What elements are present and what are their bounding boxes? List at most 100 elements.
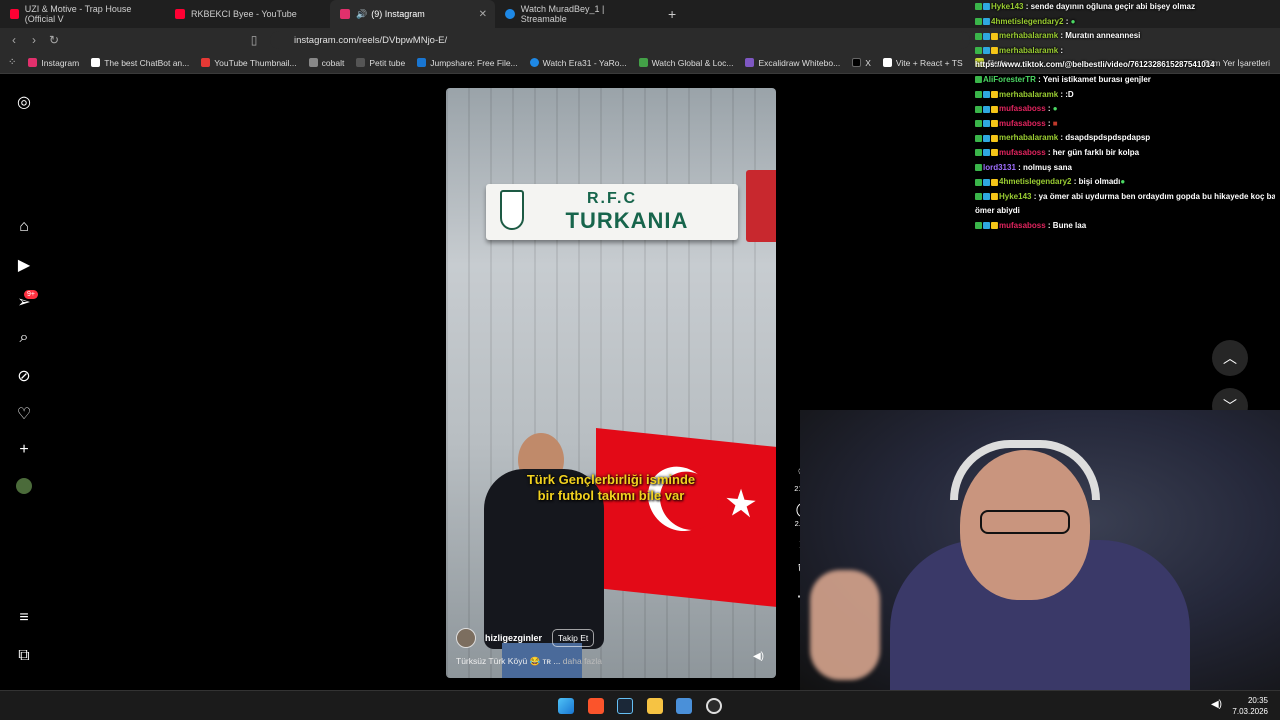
red-sign <box>746 170 776 242</box>
bookmark-item[interactable]: Watch Era31 - YaRo... <box>529 58 627 68</box>
instagram-icon <box>340 9 350 19</box>
url-field[interactable]: instagram.com/reels/DVbpwMNjo-E/ <box>270 31 970 49</box>
webcam-overlay <box>800 410 1280 700</box>
photos-icon[interactable] <box>676 698 692 714</box>
prev-reel-button[interactable]: ︿ <box>1212 340 1248 376</box>
heart-icon[interactable]: ♡ <box>14 404 34 424</box>
bookmark-item[interactable]: Instagram <box>28 58 79 68</box>
apps-icon[interactable]: ⁘ <box>8 57 16 68</box>
profile-avatar[interactable] <box>16 478 32 494</box>
speaker-icon: 🔊 <box>356 8 368 19</box>
instagram-icon <box>28 58 38 67</box>
chat-text: Muratın anneannesi <box>1065 31 1141 41</box>
bookmark-item[interactable]: Petit tube <box>356 58 405 68</box>
badge-icon <box>991 149 998 157</box>
bookmark-item[interactable]: YouTube Thumbnail... <box>201 58 297 68</box>
reel-video[interactable]: R.F.C TURKANIA ★ Türk Gençlerbirliği ism… <box>446 88 776 678</box>
badge-icon <box>991 120 998 128</box>
chat-user: mufasaboss <box>999 118 1046 128</box>
reload-icon[interactable]: ↻ <box>44 33 64 47</box>
badge-icon <box>983 47 990 55</box>
bookmark-item[interactable]: X <box>852 58 871 68</box>
chat-text[interactable]: https://www.tiktok.com/@belbestli/video/… <box>975 60 1215 69</box>
tab-label: Watch MuradBey_1 | Streamable <box>520 4 605 24</box>
badge-icon <box>975 76 982 84</box>
badge-icon <box>983 90 990 98</box>
close-tab-icon[interactable]: ✕ <box>479 9 487 20</box>
bookmark-item[interactable]: Watch Global & Loc... <box>638 58 733 68</box>
chat-message: https://www.tiktok.com/@belbestli/video/… <box>975 58 1275 73</box>
chat-message: lord3131 : nolmuş sana <box>975 161 1275 176</box>
chat-text: Bune laa <box>1052 220 1087 230</box>
chat-user: AliForesterTR <box>983 74 1036 84</box>
chat-message: mufasaboss : ● <box>975 102 1275 117</box>
bookmark-item[interactable]: Jumpshare: Free File... <box>417 58 518 68</box>
badge-icon <box>991 193 998 201</box>
system-clock[interactable]: 20:35 7.03.2026 <box>1232 695 1268 717</box>
chat-user: mufasaboss <box>999 220 1046 230</box>
chat-text: her gün farklı bir kolpa <box>1052 147 1140 157</box>
chat-message: ömer abiydi <box>975 204 1275 219</box>
tab-1[interactable]: RKBEKCI Byee - YouTube <box>165 0 330 28</box>
badge-icon <box>975 222 982 230</box>
badge-icon <box>983 32 990 40</box>
back-icon[interactable]: ‹ <box>4 33 24 47</box>
badge-icon <box>983 193 990 201</box>
more-link[interactable]: daha fazla <box>563 656 602 666</box>
badge-icon <box>991 90 998 98</box>
url-text: instagram.com/reels/DVbpwMNjo-E/ <box>294 34 448 46</box>
turkish-flag: ★ <box>596 428 776 608</box>
badge-icon <box>983 149 990 157</box>
bookmark-item[interactable]: cobalt <box>308 58 344 68</box>
folder-icon[interactable] <box>647 698 663 714</box>
obs-icon[interactable] <box>706 698 722 714</box>
emote-icon: ■ <box>1052 118 1058 128</box>
emote-icon: ● <box>1070 16 1076 26</box>
author-row: hizligezginler Takip Et <box>456 628 595 648</box>
menu-icon[interactable]: ≡ <box>14 609 34 629</box>
chat-text: sende dayının oğluna geçir abi bişey olm… <box>1030 2 1196 11</box>
chat-user: merhabalaramk <box>999 31 1059 41</box>
youtube-icon <box>175 9 185 19</box>
badge-icon <box>975 178 982 186</box>
chat-message: mufasaboss : Bune laa <box>975 219 1275 234</box>
tab-0[interactable]: UZI & Motive - Trap House (Official V <box>0 0 165 28</box>
caption-line2: bir futbol takımı bile var <box>537 488 685 503</box>
reels-icon[interactable]: ▶ <box>14 255 34 275</box>
chat-user: Hyke143 <box>999 191 1032 201</box>
volume-tray-icon[interactable]: ◀) <box>1211 699 1222 710</box>
create-icon[interactable]: + <box>14 441 34 461</box>
badge-icon <box>975 134 982 142</box>
forward-icon[interactable]: › <box>24 33 44 47</box>
bookmark-item[interactable]: Excalidraw Whitebo... <box>745 58 840 68</box>
bookmark-icon[interactable]: ▯ <box>244 33 264 47</box>
sign-line2: TURKANIA <box>565 208 689 233</box>
search-icon[interactable]: ⌕ <box>14 329 34 349</box>
volume-icon[interactable]: ◀) <box>753 651 764 662</box>
bookmark-item[interactable]: Vite + React + TS <box>882 58 963 68</box>
steam-icon[interactable] <box>617 698 633 714</box>
follow-button[interactable]: Takip Et <box>552 629 595 647</box>
badge-icon <box>983 17 990 25</box>
chat-message: merhabalaramk : Muratın anneannesi <box>975 29 1275 44</box>
tab-2[interactable]: 🔊 (9) Instagram ✕ <box>330 0 495 28</box>
caption-line1: Türk Gençlerbirliği isminde <box>526 472 696 487</box>
badge-icon <box>991 32 998 40</box>
thumbnail-icon <box>201 58 211 67</box>
brave-icon[interactable] <box>588 698 604 714</box>
badge-icon <box>983 3 990 11</box>
explore-icon[interactable]: ⊘ <box>14 366 34 386</box>
home-icon[interactable]: ⌂ <box>14 218 34 238</box>
chat-user: merhabalaramk <box>999 89 1059 99</box>
club-sign: R.F.C TURKANIA <box>486 184 738 240</box>
more-apps-icon[interactable]: ⧉ <box>14 647 34 667</box>
streamable-icon <box>529 58 539 67</box>
new-tab-button[interactable]: + <box>668 6 676 22</box>
instagram-logo-icon[interactable]: ◎ <box>14 92 34 112</box>
author-name[interactable]: hizligezginler <box>485 633 542 643</box>
tab-3[interactable]: Watch MuradBey_1 | Streamable <box>495 0 660 28</box>
petit-tube-icon <box>356 58 366 67</box>
author-avatar[interactable] <box>456 628 476 648</box>
windows-start-icon[interactable] <box>558 698 574 714</box>
bookmark-item[interactable]: The best ChatBot an... <box>91 58 189 68</box>
